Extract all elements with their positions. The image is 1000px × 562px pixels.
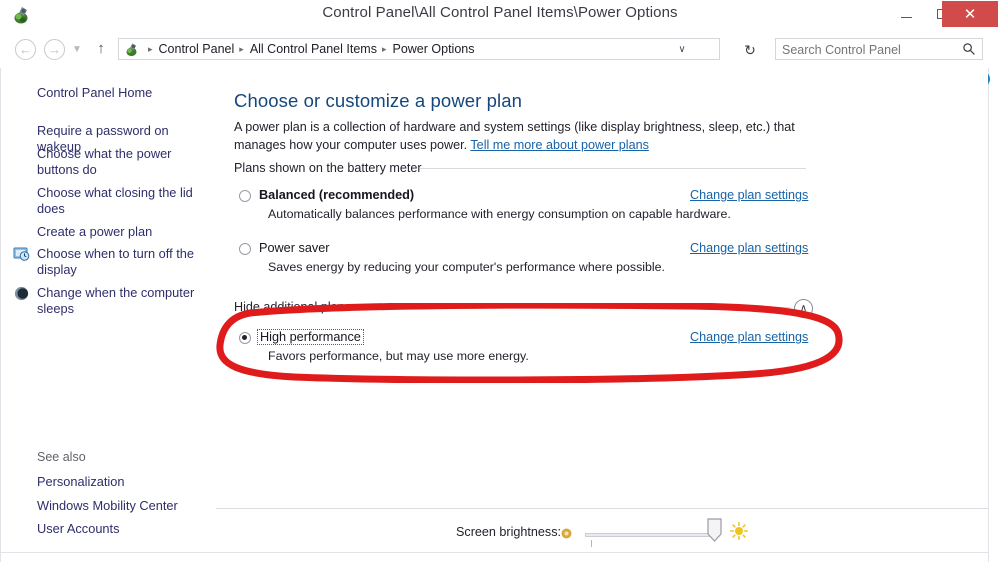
sidebar-item-personalization[interactable]: Personalization [37,474,209,490]
screen-brightness-label: Screen brightness: [456,525,562,539]
sidebar: Control Panel Home Require a password on… [1,68,215,552]
brightness-slider-thumb[interactable] [707,518,722,543]
up-arrow-icon: ↑ [97,40,105,57]
chevron-up-icon: ∧ [799,303,808,314]
breadcrumb[interactable]: ▸ Control Panel ▸ All Control Panel Item… [118,38,720,60]
group-label-battery-meter: Plans shown on the battery meter [234,161,430,175]
sidebar-item-turn-off-display[interactable]: Choose when to turn off the display [37,246,209,278]
sidebar-item-user-accounts[interactable]: User Accounts [37,521,209,537]
up-one-level-button[interactable]: ↑ [92,40,110,58]
refresh-button[interactable]: ↻ [742,42,758,58]
collapse-additional-plans-button[interactable]: ∧ [794,299,813,318]
change-plan-settings-balanced[interactable]: Change plan settings [690,188,808,202]
plan-name-high-performance: High performance [257,329,364,345]
group-rule [420,168,806,169]
minimize-button[interactable] [888,0,924,28]
breadcrumb-separator-icon: ▸ [148,43,153,54]
sidebar-item-create-power-plan[interactable]: Create a power plan [37,224,209,240]
hide-additional-plans-label[interactable]: Hide additional plans [234,300,359,314]
refresh-icon: ↻ [744,42,756,58]
search-input[interactable] [782,41,952,58]
window-border-bottom [0,552,989,553]
main-content: Choose or customize a power plan A power… [216,68,988,552]
breadcrumb-separator-icon: ▸ [239,43,244,54]
window-border-right [988,68,989,562]
breadcrumb-dropdown-button[interactable]: ∨ [675,43,689,57]
chevron-down-icon: ▼ [72,44,82,55]
search-icon [962,42,976,56]
forward-arrow-icon: → [48,42,61,57]
display-clock-icon [13,246,30,263]
change-plan-settings-high-performance[interactable]: Change plan settings [690,330,808,344]
breadcrumb-item-power-options[interactable]: Power Options [392,42,474,56]
sidebar-item-power-buttons[interactable]: Choose what the power buttons do [37,146,209,178]
minimize-icon [900,16,912,18]
sidebar-item-windows-mobility-center[interactable]: Windows Mobility Center [37,498,209,514]
plan-description-power-saver: Saves energy by reducing your computer's… [268,260,666,274]
change-plan-settings-power-saver[interactable]: Change plan settings [690,241,808,255]
bright-sun-icon [730,522,749,541]
page-description: A power plan is a collection of hardware… [234,118,830,154]
sidebar-item-closing-lid[interactable]: Choose what closing the lid does [37,185,209,217]
control-panel-window: Control Panel\All Control Panel Items\Po… [0,0,1000,562]
breadcrumb-item-all-control-panel-items[interactable]: All Control Panel Items [250,42,377,56]
forward-button[interactable]: → [44,39,65,60]
see-also-label: See also [37,450,86,464]
plan-description-high-performance: Favors performance, but may use more ene… [268,349,529,363]
close-icon: ✕ [963,6,977,23]
back-button[interactable]: ← [15,39,36,60]
tell-me-more-link[interactable]: Tell me more about power plans [470,138,649,152]
recent-locations-button[interactable]: ▼ [70,43,84,57]
breadcrumb-control-panel-icon [123,41,140,58]
back-arrow-icon: ← [19,42,32,57]
bottom-separator [216,508,988,509]
title-bar: Control Panel\All Control Panel Items\Po… [0,0,1000,30]
sidebar-item-control-panel-home[interactable]: Control Panel Home [37,85,209,101]
sleep-moon-icon [13,285,30,302]
breadcrumb-item-control-panel[interactable]: Control Panel [159,42,235,56]
window-title: Control Panel\All Control Panel Items\Po… [322,4,678,21]
navigation-bar: ← → ▼ ↑ ▸ Control Panel ▸ All Control Pa… [0,30,1000,68]
sidebar-item-computer-sleeps[interactable]: Change when the computer sleeps [37,285,209,317]
search-box[interactable] [775,38,983,60]
brightness-slider-track[interactable] [585,533,717,537]
plan-description-balanced: Automatically balances performance with … [268,207,731,221]
radio-balanced[interactable] [239,190,251,202]
close-button[interactable]: ✕ [942,1,998,27]
brightness-slider-tick [591,540,592,547]
page-title: Choose or customize a power plan [234,90,523,111]
plan-name-balanced: Balanced (recommended) [259,188,415,202]
radio-high-performance[interactable] [239,332,251,344]
breadcrumb-separator-icon: ▸ [381,43,387,54]
radio-power-saver[interactable] [239,243,251,255]
additional-plans-rule [356,307,790,308]
dim-sun-icon [561,526,572,539]
plan-name-power-saver: Power saver [259,241,330,255]
